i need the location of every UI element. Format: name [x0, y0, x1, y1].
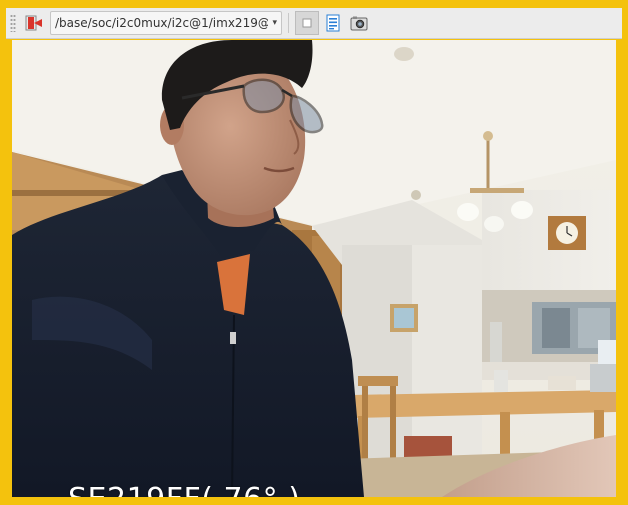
camera-select[interactable]: /base/soc/i2c0mux/i2c@1/imx219@10 ▾ — [50, 11, 282, 35]
camera-preview: SE219FF( 76° ) — [12, 40, 616, 497]
toolbar-separator — [288, 13, 289, 33]
chevron-down-icon: ▾ — [272, 18, 277, 28]
camera-select-value: /base/soc/i2c0mux/i2c@1/imx219@10 — [55, 16, 269, 30]
camera-frame-image — [12, 40, 616, 497]
document-icon — [326, 14, 340, 32]
info-button[interactable] — [321, 11, 345, 35]
stop-button[interactable] — [22, 11, 46, 35]
toolbar: /base/soc/i2c0mux/i2c@1/imx219@10 ▾ — [6, 8, 622, 39]
stop-camera-icon — [25, 15, 42, 31]
snapshot-button[interactable] — [347, 11, 371, 35]
camera-overlay-label: SE219FF( 76° ) — [68, 482, 300, 497]
toolbar-grip[interactable] — [10, 14, 16, 32]
square-view-button[interactable] — [295, 11, 319, 35]
square-icon — [302, 18, 312, 28]
camera-icon — [350, 16, 368, 31]
